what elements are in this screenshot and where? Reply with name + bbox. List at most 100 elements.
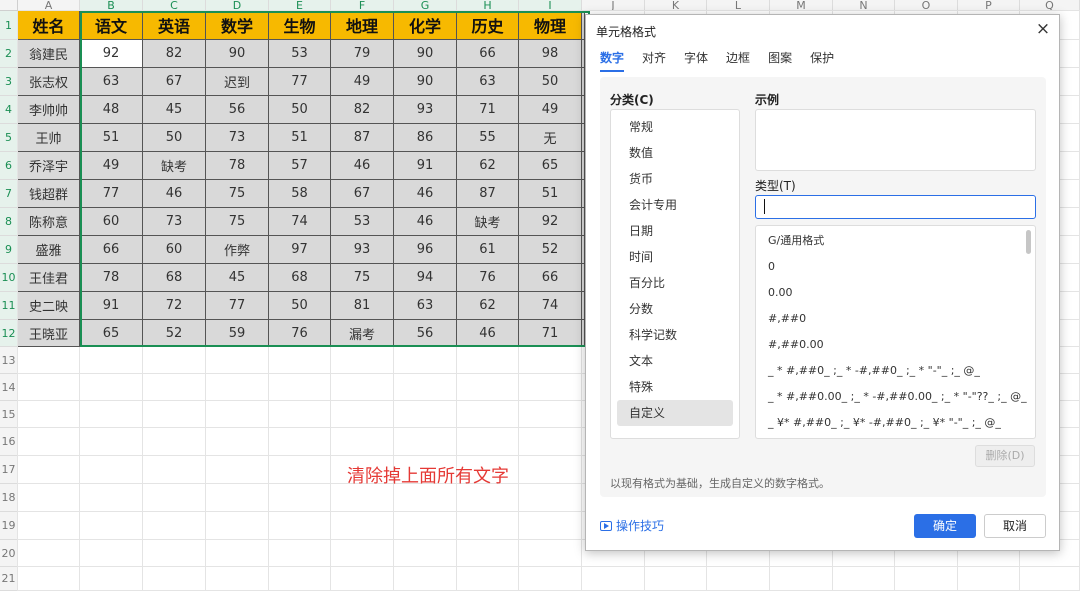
- score-cell[interactable]: 67: [331, 180, 394, 208]
- score-cell[interactable]: 91: [80, 292, 143, 320]
- type-input[interactable]: [755, 195, 1036, 219]
- score-cell[interactable]: 53: [331, 208, 394, 236]
- score-cell[interactable]: 50: [269, 96, 331, 124]
- score-cell[interactable]: 51: [80, 124, 143, 152]
- row-header-2[interactable]: 2: [0, 40, 18, 68]
- name-cell[interactable]: 王晓亚: [18, 320, 80, 347]
- score-cell[interactable]: 96: [394, 236, 457, 264]
- score-cell[interactable]: 55: [457, 124, 519, 152]
- row-header-14[interactable]: 14: [0, 374, 18, 401]
- row-header-5[interactable]: 5: [0, 124, 18, 152]
- score-cell[interactable]: 90: [394, 68, 457, 96]
- score-cell[interactable]: 66: [519, 264, 582, 292]
- score-cell[interactable]: 98: [519, 40, 582, 68]
- category-item[interactable]: 货币: [617, 166, 733, 192]
- category-item[interactable]: 特殊: [617, 374, 733, 400]
- score-cell[interactable]: 45: [206, 264, 269, 292]
- row-header-21[interactable]: 21: [0, 567, 18, 591]
- score-cell[interactable]: 50: [269, 292, 331, 320]
- score-cell[interactable]: 51: [269, 124, 331, 152]
- header-cell[interactable]: 语文: [80, 11, 143, 40]
- score-cell[interactable]: 67: [143, 68, 206, 96]
- score-cell[interactable]: 79: [331, 40, 394, 68]
- name-cell[interactable]: 盛雅: [18, 236, 80, 264]
- score-cell[interactable]: 73: [143, 208, 206, 236]
- score-cell[interactable]: 72: [143, 292, 206, 320]
- tab-4[interactable]: 图案: [768, 49, 792, 72]
- score-cell[interactable]: 50: [143, 124, 206, 152]
- row-header-3[interactable]: 3: [0, 68, 18, 96]
- tab-2[interactable]: 字体: [684, 49, 708, 72]
- header-cell[interactable]: 地理: [331, 11, 394, 40]
- format-item[interactable]: G/通用格式: [756, 228, 1035, 254]
- score-cell[interactable]: 60: [80, 208, 143, 236]
- score-cell[interactable]: 82: [331, 96, 394, 124]
- score-cell[interactable]: 48: [80, 96, 143, 124]
- score-cell[interactable]: 46: [394, 208, 457, 236]
- score-cell[interactable]: 49: [519, 96, 582, 124]
- category-item[interactable]: 自定义: [617, 400, 733, 426]
- score-cell[interactable]: 作弊: [206, 236, 269, 264]
- score-cell[interactable]: 46: [331, 152, 394, 180]
- row-header-19[interactable]: 19: [0, 512, 18, 540]
- score-cell[interactable]: 56: [206, 96, 269, 124]
- score-cell[interactable]: 97: [269, 236, 331, 264]
- format-item[interactable]: 0.00: [756, 280, 1035, 306]
- score-cell[interactable]: 52: [143, 320, 206, 347]
- score-cell[interactable]: 86: [394, 124, 457, 152]
- score-cell[interactable]: 77: [80, 180, 143, 208]
- score-cell[interactable]: 58: [269, 180, 331, 208]
- score-cell[interactable]: 92: [519, 208, 582, 236]
- score-cell[interactable]: 63: [457, 68, 519, 96]
- score-cell[interactable]: 63: [394, 292, 457, 320]
- score-cell[interactable]: 无: [519, 124, 582, 152]
- name-cell[interactable]: 王帅: [18, 124, 80, 152]
- score-cell[interactable]: 78: [80, 264, 143, 292]
- row-header-7[interactable]: 7: [0, 180, 18, 208]
- score-cell[interactable]: 50: [519, 68, 582, 96]
- tab-1[interactable]: 对齐: [642, 49, 666, 72]
- format-item[interactable]: 0: [756, 254, 1035, 280]
- score-cell[interactable]: 46: [394, 180, 457, 208]
- tab-5[interactable]: 保护: [810, 49, 834, 72]
- format-item[interactable]: _ * #,##0_ ;_ * -#,##0_ ;_ * "-"_ ;_ @_: [756, 358, 1035, 384]
- score-cell[interactable]: 46: [143, 180, 206, 208]
- score-cell[interactable]: 51: [519, 180, 582, 208]
- score-cell[interactable]: 61: [457, 236, 519, 264]
- score-cell[interactable]: 63: [80, 68, 143, 96]
- score-cell[interactable]: 94: [394, 264, 457, 292]
- header-cell[interactable]: 物理: [519, 11, 582, 40]
- row-header-18[interactable]: 18: [0, 484, 18, 512]
- score-cell[interactable]: 66: [80, 236, 143, 264]
- category-item[interactable]: 时间: [617, 244, 733, 270]
- header-cell[interactable]: 英语: [143, 11, 206, 40]
- score-cell[interactable]: 75: [331, 264, 394, 292]
- score-cell[interactable]: 90: [206, 40, 269, 68]
- row-header-15[interactable]: 15: [0, 401, 18, 428]
- row-header-6[interactable]: 6: [0, 152, 18, 180]
- format-item[interactable]: _ * #,##0.00_ ;_ * -#,##0.00_ ;_ * "-"??…: [756, 384, 1035, 410]
- name-cell[interactable]: 李帅帅: [18, 96, 80, 124]
- score-cell[interactable]: 76: [457, 264, 519, 292]
- row-header-4[interactable]: 4: [0, 96, 18, 124]
- header-cell[interactable]: 数学: [206, 11, 269, 40]
- score-cell[interactable]: 49: [80, 152, 143, 180]
- category-item[interactable]: 会计专用: [617, 192, 733, 218]
- header-cell[interactable]: 历史: [457, 11, 519, 40]
- header-cell[interactable]: 姓名: [18, 11, 80, 40]
- name-cell[interactable]: 王佳君: [18, 264, 80, 292]
- score-cell[interactable]: 缺考: [457, 208, 519, 236]
- score-cell[interactable]: 87: [457, 180, 519, 208]
- format-item[interactable]: #,##0: [756, 306, 1035, 332]
- row-header-11[interactable]: 11: [0, 292, 18, 320]
- score-cell[interactable]: 77: [269, 68, 331, 96]
- score-cell[interactable]: 68: [269, 264, 331, 292]
- category-item[interactable]: 分数: [617, 296, 733, 322]
- ok-button[interactable]: 确定: [914, 514, 976, 538]
- score-cell[interactable]: 74: [269, 208, 331, 236]
- header-cell[interactable]: 生物: [269, 11, 331, 40]
- row-header-10[interactable]: 10: [0, 264, 18, 292]
- score-cell[interactable]: 65: [519, 152, 582, 180]
- score-cell[interactable]: 71: [519, 320, 582, 347]
- format-list-scrollbar[interactable]: [1026, 230, 1031, 254]
